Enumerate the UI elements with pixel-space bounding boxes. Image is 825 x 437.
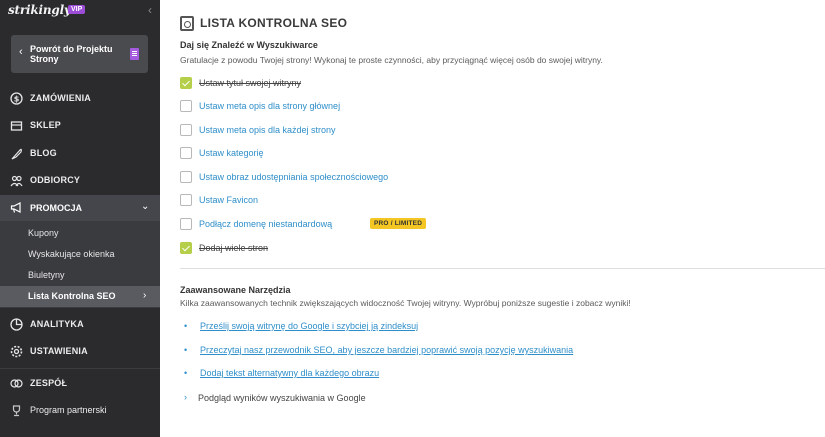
task-label[interactable]: Ustaw obraz udostępniania społecznościow… — [199, 172, 388, 182]
main-content: LISTA KONTROLNA SEO Daj się Znaleźć w Wy… — [160, 0, 825, 437]
sidebar: strikingly VIP ‹ ‹ Powrót do Projektu St… — [0, 0, 160, 437]
bullet-icon: • — [184, 368, 188, 378]
nav-label: PROMOCJA — [30, 203, 83, 213]
sub-label: Biuletyny — [28, 270, 65, 280]
link-label[interactable]: Prześlij swoją witrynę do Google i szybc… — [200, 321, 418, 331]
nav-label: ODBIORCY — [30, 175, 81, 185]
nav-label: Program partnerski — [30, 405, 107, 415]
megaphone-icon — [10, 201, 23, 217]
nav-partner-program[interactable]: Program partnerski — [0, 398, 160, 424]
task-label: Dodaj wiele stron — [199, 243, 269, 253]
bullet-icon: • — [184, 321, 188, 331]
checkbox[interactable] — [180, 171, 192, 183]
link-label[interactable]: Przeczytaj nasz przewodnik SEO, aby jesz… — [200, 345, 573, 355]
vip-badge: VIP — [68, 5, 86, 14]
link-label[interactable]: Dodaj tekst alternatywny dla każdego obr… — [200, 368, 379, 378]
sidebar-item-popups[interactable]: Wyskakujące okienka — [0, 244, 160, 265]
pro-badge: PRO / LIMITED — [370, 218, 427, 229]
back-to-site-button[interactable]: ‹ Powrót do Projektu Strony — [11, 35, 148, 73]
checkbox[interactable] — [180, 147, 192, 159]
svg-text:$: $ — [14, 94, 20, 103]
checkbox[interactable] — [180, 100, 192, 112]
sidebar-item-coupons[interactable]: Kupony — [0, 223, 160, 244]
page-title: LISTA KONTROLNA SEO — [200, 16, 348, 30]
nav-label: USTAWIENIA — [30, 346, 88, 356]
nav-settings[interactable]: USTAWIENIA — [0, 339, 160, 365]
task-label[interactable]: Podłącz domenę niestandardową — [199, 219, 332, 229]
sub-label: Kupony — [28, 228, 59, 238]
checkbox[interactable] — [180, 77, 192, 89]
trophy-icon — [10, 404, 23, 417]
task-label[interactable]: Ustaw meta opis dla każdej strony — [199, 125, 336, 135]
chevron-left-icon: ‹ — [19, 46, 23, 58]
checkbox[interactable] — [180, 218, 192, 230]
checkbox[interactable] — [180, 194, 192, 206]
nav-analytics[interactable]: ANALITYKA — [0, 312, 160, 338]
task-label[interactable]: Ustaw meta opis dla strony głównej — [199, 101, 340, 111]
people-icon — [10, 174, 23, 187]
nav-label: ZESPÓŁ — [30, 378, 68, 388]
chevron-right-icon: › — [184, 392, 187, 402]
task-label[interactable]: Ustaw Favicon — [199, 195, 258, 205]
task-label: Ustaw tytuł swojej witryny — [199, 78, 302, 88]
nav-audience[interactable]: ODBIORCY — [0, 168, 160, 194]
page-icon — [130, 48, 139, 60]
team-icon — [10, 377, 23, 390]
chevron-right-icon: › — [143, 290, 147, 301]
sidebar-item-newsletters[interactable]: Biuletyny — [0, 265, 160, 286]
chevron-down-icon: ⌄ — [141, 201, 150, 212]
nav-label: ANALITYKA — [30, 319, 84, 329]
feather-icon — [10, 147, 23, 160]
logo-row: strikingly VIP ‹ — [0, 0, 160, 22]
checkbox[interactable] — [180, 242, 192, 254]
section-title: Daj się Znaleźć w Wyszukiwarce — [180, 40, 318, 50]
nav-label: SKLEP — [30, 120, 62, 130]
section-divider — [180, 268, 825, 269]
promo-section: PROMOCJA ⌄ Kupony Wyskakujące okienka Bi… — [0, 195, 160, 308]
section-title: Zaawansowane Narzędzia — [180, 285, 291, 295]
nav-blog[interactable]: BLOG — [0, 141, 160, 167]
section-description: Gratulacje z powodu Twojej strony! Wykon… — [180, 55, 603, 65]
nav-team[interactable]: ZESPÓŁ — [0, 371, 160, 397]
bullet-icon: • — [184, 345, 188, 355]
chart-icon — [10, 318, 23, 331]
chevron-left-icon[interactable]: ‹ — [148, 3, 152, 17]
nav-promotion[interactable]: PROMOCJA ⌄ — [0, 195, 160, 221]
nav-label: BLOG — [30, 148, 57, 158]
sub-label: Lista Kontrolna SEO — [28, 291, 116, 301]
seo-checklist-icon — [180, 16, 194, 31]
sidebar-item-seo-checklist[interactable]: Lista Kontrolna SEO › — [0, 286, 160, 307]
checkbox[interactable] — [180, 124, 192, 136]
logo[interactable]: strikingly — [8, 3, 71, 17]
store-icon — [10, 119, 23, 132]
section-description: Kilka zaawansowanych technik zwiększając… — [180, 298, 631, 308]
back-label: Powrót do Projektu Strony — [30, 44, 113, 64]
nav-store[interactable]: SKLEP — [0, 113, 160, 139]
sub-label: Wyskakujące okienka — [28, 249, 115, 259]
preview-label: Podgląd wyników wyszukiwania w Google — [198, 393, 366, 403]
dollar-icon: $ — [10, 92, 23, 105]
sidebar-divider — [0, 368, 160, 369]
nav-orders[interactable]: $ ZAMÓWIENIA — [0, 86, 160, 112]
gear-icon — [10, 345, 23, 358]
nav-label: ZAMÓWIENIA — [30, 93, 91, 103]
task-label[interactable]: Ustaw kategorię — [199, 148, 264, 158]
